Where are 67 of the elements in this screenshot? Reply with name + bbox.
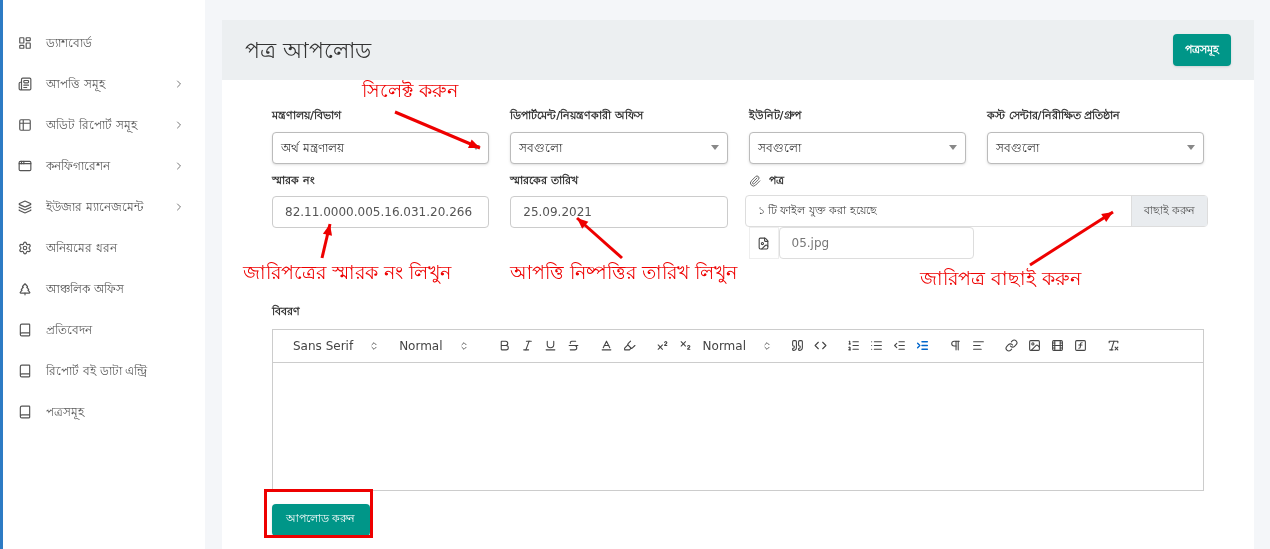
field-label: বিবরণ — [272, 304, 301, 320]
sidebar-item[interactable]: পত্রসমূহ — [3, 391, 205, 432]
updown-icon — [458, 340, 469, 351]
browse-button[interactable]: বাছাই করুন — [1130, 196, 1207, 226]
field-label: পত্র — [768, 172, 784, 189]
field-label: ইউনিট/গ্রুপ — [748, 108, 803, 124]
sidebar-label: ইউজার ম্যানেজমেন্ট — [46, 198, 145, 216]
format-select[interactable]: Sans Serif — [293, 336, 380, 355]
sidebar-item[interactable]: আপত্তি সমূহ — [3, 63, 205, 104]
sidebar-label: অনিয়মের ধরন — [46, 239, 119, 257]
image-file-icon — [757, 236, 770, 250]
field-label: মন্ত্রণালয়/বিভাগ — [272, 108, 343, 124]
gear-icon — [18, 240, 32, 255]
notes-icon — [18, 76, 32, 91]
window-icon — [18, 158, 32, 173]
sidebar-label: পত্রসমূহ — [46, 403, 86, 421]
sidebar-label: আপত্তি সমূহ — [46, 75, 107, 93]
sidebar-label: আঞ্চলিক অফিস — [46, 280, 125, 298]
sidebar-item[interactable]: রিপোর্ট বই ডাটা এন্ট্রি — [3, 350, 205, 391]
sidebar-label: ড্যাশবোর্ড — [46, 34, 93, 52]
sidebar-item[interactable]: কনফিগারেশন — [3, 145, 205, 186]
field-label: স্মারক নং — [272, 172, 316, 189]
sidebar-item[interactable]: আঞ্চলিক অফিস — [3, 268, 205, 309]
page-title: পত্র আপলোড — [245, 36, 371, 65]
annotation-text: জারিপত্র বাছাই করুন — [920, 266, 1082, 290]
annotation-arrow — [320, 223, 332, 259]
format-select[interactable]: Normal — [399, 336, 469, 355]
sidebar-item[interactable]: অডিট রিপোর্ট সমূহ — [3, 104, 205, 145]
sidebar-item[interactable]: ড্যাশবোর্ড — [3, 22, 205, 63]
letters-button[interactable]: পত্রসমূহ — [1173, 34, 1231, 66]
select-field[interactable]: অর্থ মন্ত্রণালয় — [272, 131, 490, 164]
dropdown-caret-icon — [948, 145, 957, 150]
layers-icon — [18, 199, 32, 214]
dropdown-caret-icon — [710, 145, 719, 150]
sidebar-label: অডিট রিপোর্ট সমূহ — [46, 116, 139, 134]
sidebar-label: প্রতিবেদন — [46, 321, 94, 339]
select-field[interactable]: সবগুলো — [986, 131, 1204, 164]
updown-icon — [369, 340, 380, 351]
file-input[interactable]: ১ টি ফাইল যুক্ত করা হয়েছে বাছাই করুন — [744, 195, 1208, 227]
field-label: ডিপার্টমেন্ট/নিয়ন্ত্রণকারী অফিস — [510, 108, 645, 124]
sidebar-label: রিপোর্ট বই ডাটা এন্ট্রি — [46, 362, 149, 380]
date-field[interactable]: 25.09.2021 — [510, 196, 728, 228]
annotation-text: জারিপত্রের স্মারক নং লিখুন — [243, 260, 452, 284]
select-field[interactable]: সবগুলো — [748, 131, 966, 164]
upload-button[interactable]: আপলোড করুন — [272, 503, 370, 536]
file-name-field: 05.jpg — [778, 227, 974, 259]
sidebar-item[interactable]: প্রতিবেদন — [3, 309, 205, 350]
tree-icon — [18, 281, 32, 296]
dashboard-icon — [18, 35, 32, 50]
annotation-arrow — [576, 216, 623, 260]
format-select[interactable]: Normal — [702, 336, 772, 355]
annotation-text: সিলেক্ট করুন — [362, 78, 459, 102]
annotation-text: আপত্তি নিষ্পত্তির তারিখ লিখুন — [510, 260, 738, 284]
book-icon — [18, 404, 32, 419]
updown-icon — [762, 340, 772, 351]
field-label: স্মারকের তারিখ — [510, 172, 580, 189]
paperclip-icon — [748, 174, 761, 187]
dropdown-caret-icon — [1187, 145, 1195, 150]
book-icon — [18, 322, 32, 337]
sidebar-label: কনফিগারেশন — [46, 157, 112, 175]
table-icon — [18, 117, 32, 132]
select-field[interactable]: সবগুলো — [510, 131, 728, 164]
sidebar-item[interactable]: অনিয়মের ধরন — [3, 227, 205, 268]
book-icon — [18, 363, 32, 378]
memo-number-field[interactable]: 82.11.0000.005.16.031.20.266 — [272, 196, 490, 228]
field-label: কস্ট সেন্টার/নিরীক্ষিত প্রতিষ্ঠান — [986, 108, 1122, 124]
sidebar-item[interactable]: ইউজার ম্যানেজমেন্ট — [3, 186, 205, 227]
